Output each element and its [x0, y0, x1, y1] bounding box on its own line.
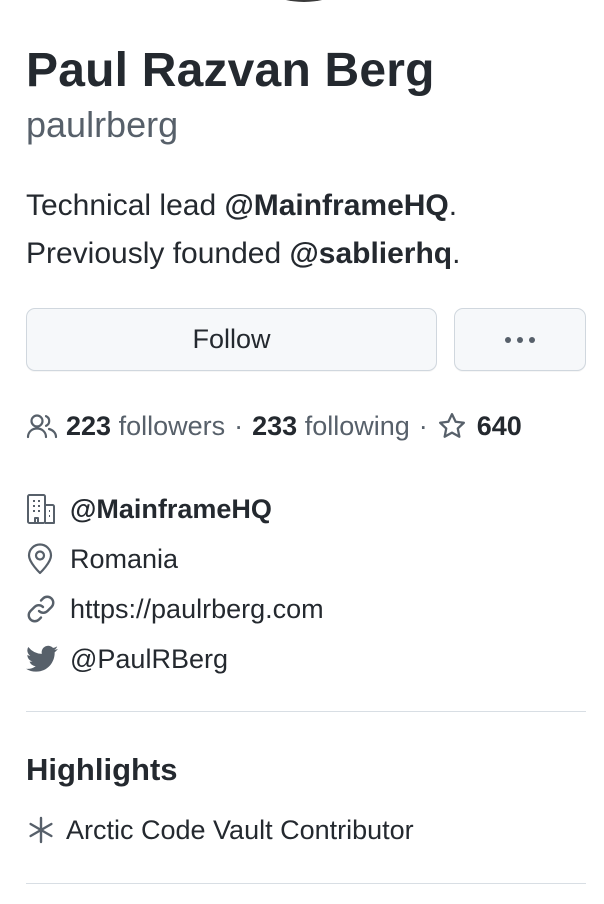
organization-link[interactable]: @MainframeHQ	[70, 494, 272, 525]
followers-label: followers	[118, 410, 226, 441]
bio-mention-sablierhq[interactable]: @sablierhq	[290, 237, 453, 270]
divider	[26, 711, 586, 712]
avatar	[249, 0, 359, 2]
detail-location: Romania	[26, 534, 586, 584]
snowflake-icon	[26, 815, 56, 845]
bio-punctuation: .	[448, 189, 458, 222]
more-options-button[interactable]	[454, 308, 586, 371]
profile-details: @MainframeHQ Romania https://paulrberg.c…	[26, 484, 586, 684]
website-link[interactable]: https://paulrberg.com	[70, 594, 324, 625]
link-icon	[26, 594, 58, 624]
bio-line-1: Technical lead @MainframeHQ.	[26, 182, 460, 230]
stars-count: 640	[476, 410, 522, 441]
kebab-dot	[517, 336, 523, 343]
bio-punctuation: .	[452, 237, 461, 270]
detail-organization: @MainframeHQ	[26, 484, 586, 534]
kebab-dot	[529, 336, 535, 343]
highlight-item: Arctic Code Vault Contributor	[26, 810, 414, 850]
star-icon	[437, 411, 467, 441]
location-icon	[26, 543, 58, 575]
location-text: Romania	[70, 543, 179, 574]
profile-name: Paul Razvan Berg	[26, 44, 435, 97]
stats-separator: ·	[234, 410, 244, 441]
profile-stats: 223 followers · 233 following · 640	[26, 406, 522, 446]
profile-username: paulrberg	[26, 104, 179, 145]
twitter-icon	[26, 645, 58, 673]
organization-icon	[26, 493, 58, 525]
followers-count: 223	[66, 410, 112, 441]
arctic-code-vault-link[interactable]: Arctic Code Vault Contributor	[66, 815, 414, 846]
profile-bio: Technical lead @MainframeHQ. Previously …	[26, 182, 460, 278]
following-label: following	[304, 410, 410, 441]
bio-text: Technical lead	[26, 189, 225, 222]
kebab-horizontal-icon	[505, 336, 511, 343]
follow-button[interactable]: Follow	[26, 308, 437, 371]
highlights-heading: Highlights	[26, 752, 178, 787]
bio-mention-mainframehq[interactable]: @MainframeHQ	[224, 189, 448, 222]
detail-website: https://paulrberg.com	[26, 584, 586, 634]
following-link[interactable]: 233 following	[252, 411, 410, 442]
following-count: 233	[252, 410, 298, 441]
stars-link[interactable]: 640	[437, 411, 522, 442]
bio-text: Previously founded	[26, 237, 290, 270]
followers-link[interactable]: 223 followers	[66, 411, 225, 442]
twitter-link[interactable]: @PaulRBerg	[70, 644, 228, 675]
stats-separator: ·	[418, 410, 428, 441]
people-icon	[26, 412, 58, 440]
detail-twitter: @PaulRBerg	[26, 634, 586, 684]
divider	[26, 883, 586, 884]
bio-line-2: Previously founded @sablierhq.	[26, 230, 460, 278]
